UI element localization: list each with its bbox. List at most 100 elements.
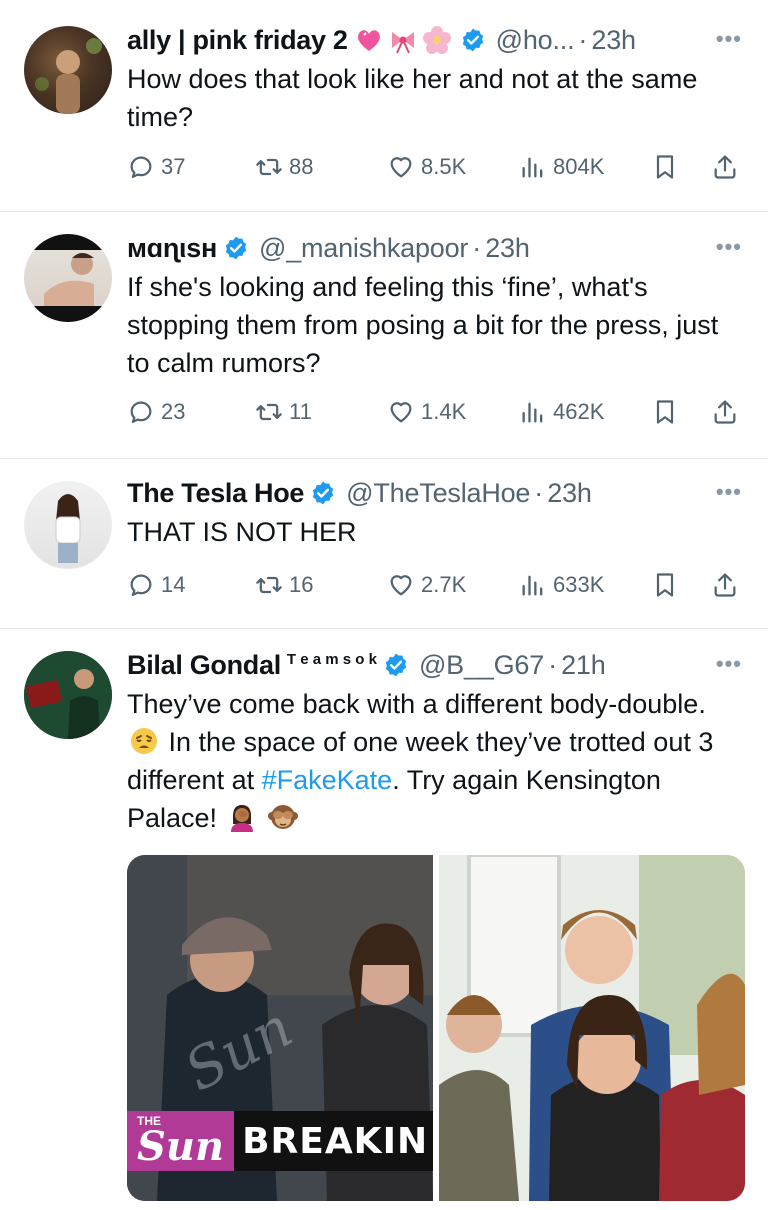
tweet-text: THAT IS NOT HER <box>127 517 357 547</box>
reply-count: 23 <box>161 399 186 424</box>
separator-dot: · <box>548 649 558 680</box>
display-name[interactable]: Bilal Gondal <box>127 650 281 681</box>
heart-outline-icon <box>390 157 412 178</box>
tweet-text-part: They’ve come back with a different body-… <box>127 689 706 719</box>
tweet-1[interactable]: ally | pink friday 2 @ho... · 23h ••• Ho… <box>0 0 768 210</box>
tweet-header: Bilal Gondal T e a m s o k @B__G67 · 21h <box>127 647 752 683</box>
person-facepalming-icon <box>227 802 257 832</box>
avatar[interactable] <box>24 651 112 739</box>
more-options-button[interactable]: ••• <box>716 234 742 260</box>
like-count: 1.4K <box>421 399 467 424</box>
views-button[interactable]: 633K <box>519 567 604 603</box>
retweet-button[interactable]: 16 <box>255 567 313 603</box>
retweet-count: 88 <box>289 154 314 179</box>
handle[interactable]: @ho... <box>496 25 575 56</box>
tweet-text: If she's looking and feeling this ‘fine’… <box>127 272 719 378</box>
handle[interactable]: @_manishkapoor <box>259 233 468 264</box>
retweet-button[interactable]: 11 <box>255 394 312 430</box>
share-icon <box>714 155 736 179</box>
tweet-actions: 14 16 2.7K 633K <box>127 567 747 603</box>
separator-dot: · <box>472 232 482 263</box>
tweet-text: They’ve come back with a different body-… <box>127 685 744 837</box>
reply-count: 14 <box>161 572 186 597</box>
reply-count: 37 <box>161 154 186 179</box>
avatar[interactable] <box>24 26 112 114</box>
sun-logo: THE Sun <box>127 1111 235 1171</box>
separator-dot: · <box>534 477 544 508</box>
like-count: 8.5K <box>421 154 467 179</box>
bookmark-button[interactable] <box>651 567 685 603</box>
share-button[interactable] <box>711 394 745 430</box>
more-options-button[interactable]: ••• <box>716 651 742 677</box>
more-options-button[interactable]: ••• <box>716 479 742 505</box>
tweet-2[interactable]: ᴍɑɳιsʜ @_manishkapoor · 23h ••• If she's… <box>0 212 768 458</box>
reply-button[interactable]: 14 <box>127 567 185 603</box>
timestamp[interactable]: 23h <box>591 25 636 56</box>
view-count: 804K <box>553 154 605 179</box>
media-image-right[interactable] <box>439 855 745 1201</box>
share-button[interactable] <box>711 149 745 185</box>
news-banner: THE Sun BREAKIN <box>127 1111 433 1171</box>
timestamp[interactable]: 23h <box>485 233 530 264</box>
heart-icon <box>354 25 384 55</box>
verified-badge-icon <box>462 28 483 52</box>
verified-badge-icon <box>225 236 247 260</box>
tweet-3[interactable]: The Tesla Hoe @TheTeslaHoe · 23h ••• THA… <box>0 459 768 629</box>
avatar[interactable] <box>24 481 112 569</box>
sun-logo-text: Sun <box>137 1123 225 1170</box>
heart-outline-icon <box>390 402 412 423</box>
retweet-count: 16 <box>289 572 314 597</box>
reply-button[interactable]: 37 <box>127 149 185 185</box>
handle[interactable]: @B__G67 <box>419 650 544 681</box>
avatar[interactable] <box>24 234 112 322</box>
view-count: 633K <box>553 572 605 597</box>
bookmark-icon <box>656 155 674 179</box>
handle[interactable]: @TheTeslaHoe <box>346 478 530 509</box>
reply-icon <box>130 156 152 179</box>
share-button[interactable] <box>711 567 745 603</box>
more-options-button[interactable]: ••• <box>716 26 742 52</box>
bow-icon <box>388 25 418 55</box>
tweet-4[interactable]: Bilal Gondal T e a m s o k @B__G67 · 21h… <box>0 629 768 1210</box>
display-name[interactable]: The Tesla Hoe <box>127 478 304 509</box>
reply-icon <box>130 401 152 424</box>
views-icon <box>522 402 543 423</box>
flower-icon <box>422 25 452 55</box>
like-count: 2.7K <box>421 572 467 597</box>
breaking-banner: BREAKIN <box>234 1111 433 1171</box>
reply-icon <box>130 574 152 597</box>
reply-button[interactable]: 23 <box>127 394 185 430</box>
photo-right <box>439 855 745 1201</box>
tweet-header: The Tesla Hoe @TheTeslaHoe · 23h <box>127 475 752 511</box>
verified-badge-icon <box>385 653 407 677</box>
views-button[interactable]: 804K <box>519 149 604 185</box>
retweet-button[interactable]: 88 <box>255 149 313 185</box>
heart-outline-icon <box>390 575 412 596</box>
like-button[interactable]: 8.5K <box>387 149 466 185</box>
retweet-icon <box>256 576 282 594</box>
hashtag-link[interactable]: #FakeKate <box>262 765 393 795</box>
timestamp[interactable]: 23h <box>547 478 592 509</box>
see-no-evil-monkey-icon <box>268 802 299 832</box>
views-icon <box>522 575 543 596</box>
verified-badge-icon <box>312 481 334 505</box>
tweet-media[interactable]: Sun THE Sun BREAKIN <box>127 855 745 1201</box>
timestamp[interactable]: 21h <box>561 650 606 681</box>
bookmark-button[interactable] <box>651 394 685 430</box>
like-button[interactable]: 2.7K <box>387 567 466 603</box>
retweet-icon <box>256 158 282 176</box>
tweet-header: ally | pink friday 2 @ho... · 23h <box>127 22 752 58</box>
retweet-count: 11 <box>289 399 312 424</box>
media-image-left[interactable]: Sun THE Sun BREAKIN <box>127 855 433 1201</box>
weary-face-icon <box>129 726 159 756</box>
bookmark-button[interactable] <box>651 149 685 185</box>
display-name[interactable]: ally | pink friday 2 <box>127 25 348 56</box>
like-button[interactable]: 1.4K <box>387 394 466 430</box>
separator-dot: · <box>578 24 588 55</box>
share-icon <box>714 573 736 597</box>
display-name[interactable]: ᴍɑɳιsʜ <box>127 233 217 264</box>
retweet-icon <box>256 403 282 421</box>
name-suffix: T e a m s o k <box>286 650 377 668</box>
tweet-text: How does that look like her and not at t… <box>127 64 698 132</box>
views-button[interactable]: 462K <box>519 394 604 430</box>
